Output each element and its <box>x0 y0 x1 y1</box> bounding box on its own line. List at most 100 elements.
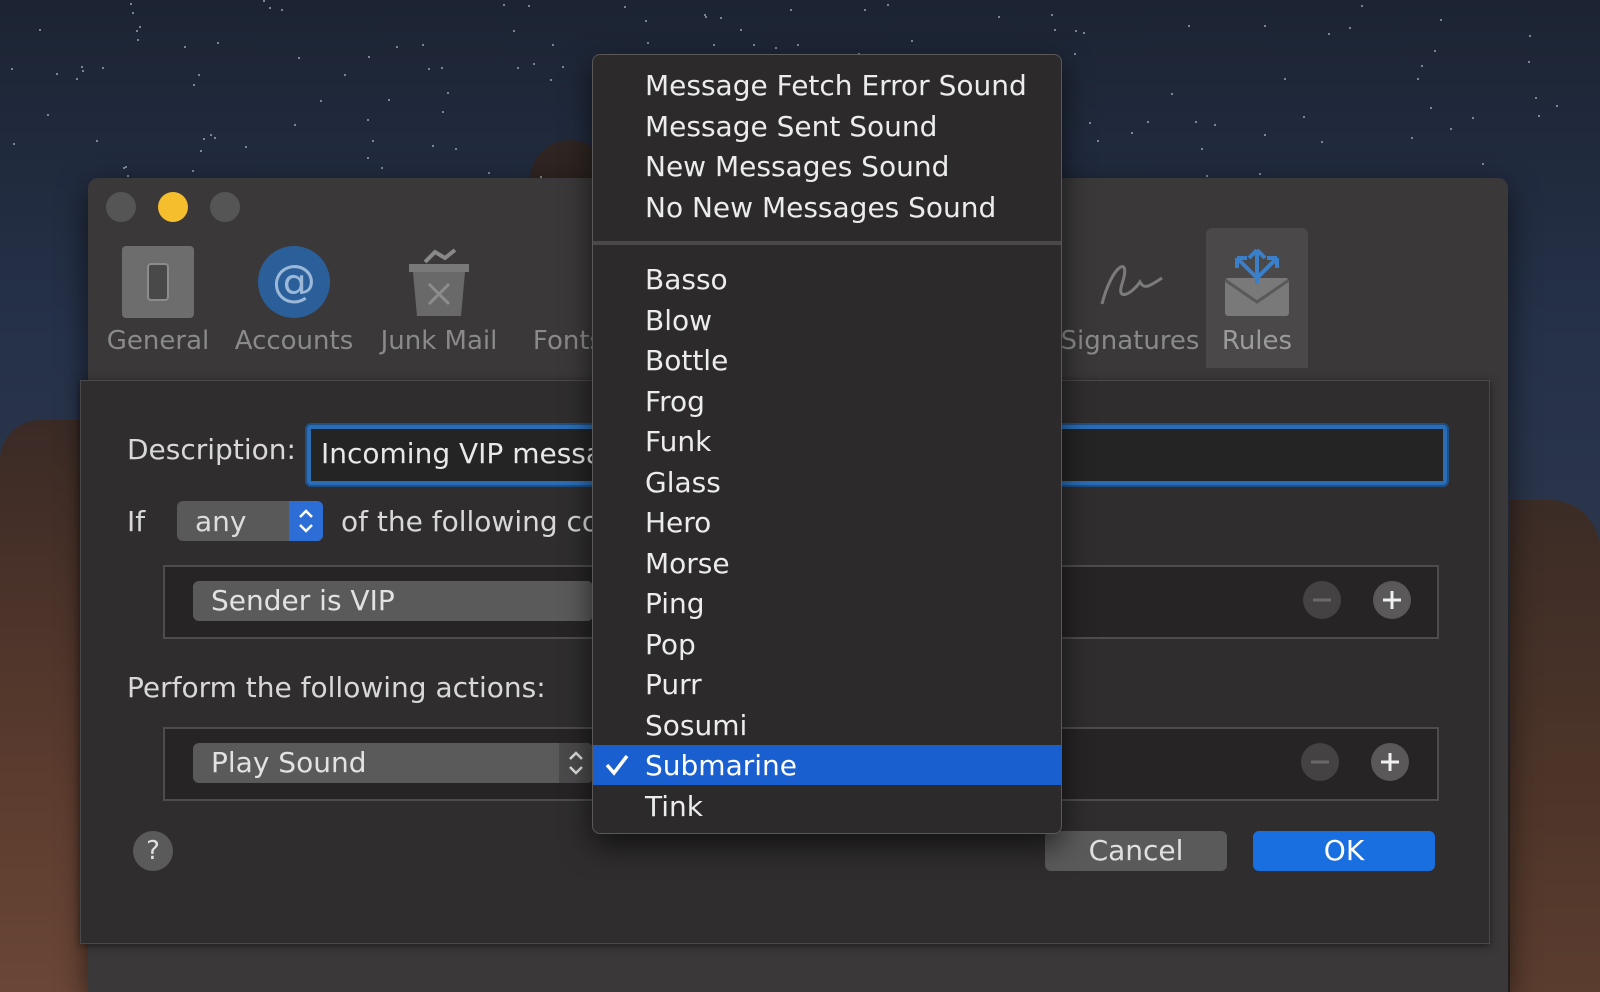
checkmark-icon <box>603 748 631 787</box>
menu-item[interactable]: Tink <box>593 786 1061 826</box>
menu-item[interactable]: Frog <box>593 381 1061 421</box>
tab-general[interactable]: General <box>104 228 212 368</box>
star <box>210 134 212 136</box>
star <box>396 46 398 48</box>
star <box>1051 14 1053 16</box>
add-condition-button[interactable] <box>1373 581 1411 619</box>
rules-envelope-icon <box>1224 248 1290 316</box>
menu-item[interactable]: Sosumi <box>593 705 1061 745</box>
star <box>367 157 369 159</box>
menu-item[interactable]: Morse <box>593 543 1061 583</box>
menu-item[interactable]: Submarine <box>593 745 1061 785</box>
star <box>422 44 424 46</box>
star <box>488 172 490 174</box>
help-button[interactable]: ? <box>133 831 173 871</box>
star <box>713 44 715 46</box>
star <box>388 99 390 101</box>
star <box>81 66 83 68</box>
menu-item-label: Ping <box>645 587 705 620</box>
star <box>294 124 296 126</box>
menu-item-label: Hero <box>645 506 712 539</box>
star <box>39 29 41 31</box>
star <box>203 138 205 140</box>
star <box>137 39 139 41</box>
menu-item[interactable]: Ping <box>593 583 1061 623</box>
cancel-button[interactable]: Cancel <box>1045 831 1227 871</box>
star <box>344 74 346 76</box>
star <box>1264 134 1266 136</box>
menu-item[interactable]: Message Sent Sound <box>593 106 1061 146</box>
menu-item-label: Morse <box>645 546 730 580</box>
star <box>132 12 134 14</box>
menu-item[interactable]: Pop <box>593 624 1061 664</box>
star <box>1214 124 1216 126</box>
menu-item[interactable]: New Messages Sound <box>593 146 1061 186</box>
star <box>263 0 265 2</box>
add-action-button[interactable] <box>1371 743 1409 781</box>
menu-item-label: Frog <box>645 384 705 418</box>
star <box>1188 25 1190 27</box>
star <box>562 66 564 68</box>
tab-rules[interactable]: Rules <box>1206 228 1308 368</box>
star <box>1440 19 1442 21</box>
star <box>1472 117 1474 119</box>
description-value: Incoming VIP messag <box>321 437 621 470</box>
star <box>192 170 194 172</box>
ok-button[interactable]: OK <box>1253 831 1435 871</box>
tab-rules-label: Rules <box>1221 326 1293 356</box>
star <box>550 79 552 81</box>
star <box>1147 121 1149 123</box>
menu-item[interactable]: Purr <box>593 664 1061 704</box>
plus-icon <box>1383 591 1401 609</box>
star <box>1321 141 1323 143</box>
star <box>1206 175 1208 177</box>
match-any-popup[interactable]: any <box>177 501 323 541</box>
menu-item[interactable]: Bottle <box>593 340 1061 380</box>
star <box>130 3 132 5</box>
menu-item[interactable]: Message Fetch Error Sound <box>593 65 1061 105</box>
menu-item[interactable]: Hero <box>593 502 1061 542</box>
tab-accounts[interactable]: @ Accounts <box>228 228 360 368</box>
actions-label: Perform the following actions: <box>127 671 546 704</box>
star <box>1303 116 1305 118</box>
remove-action-button[interactable] <box>1301 743 1339 781</box>
close-window-button[interactable] <box>106 192 136 222</box>
star <box>911 40 913 42</box>
star <box>517 67 519 69</box>
menu-item[interactable]: Basso <box>593 259 1061 299</box>
star <box>1131 132 1133 134</box>
star <box>193 84 195 86</box>
trash-can-icon <box>409 248 469 316</box>
star <box>125 166 127 168</box>
star <box>1171 93 1173 95</box>
menu-item[interactable]: Blow <box>593 300 1061 340</box>
remove-condition-button[interactable] <box>1303 581 1341 619</box>
star <box>797 44 799 46</box>
minimize-window-button[interactable] <box>158 192 188 222</box>
star <box>740 29 742 31</box>
star <box>442 111 444 113</box>
star <box>381 167 383 169</box>
zoom-window-button[interactable] <box>210 192 240 222</box>
menu-item[interactable]: No New Messages Sound <box>593 187 1061 227</box>
star <box>1097 140 1099 142</box>
desktop-rock-right <box>1510 500 1600 992</box>
condition-value: Sender is VIP <box>211 584 395 617</box>
star <box>127 175 129 177</box>
star <box>269 7 271 9</box>
star <box>56 73 58 75</box>
star <box>1075 30 1077 32</box>
star <box>1411 137 1413 139</box>
star <box>775 47 777 49</box>
condition-popup[interactable]: Sender is VIP <box>193 581 593 621</box>
tab-junk-mail[interactable]: Junk Mail <box>372 228 506 368</box>
description-label: Description: <box>127 433 296 466</box>
star <box>1556 105 1558 107</box>
star <box>139 26 141 28</box>
star <box>1259 173 1261 175</box>
menu-item[interactable]: Funk <box>593 421 1061 461</box>
menu-item[interactable]: Glass <box>593 462 1061 502</box>
star <box>1328 33 1330 35</box>
action-popup[interactable]: Play Sound <box>193 743 593 783</box>
tab-signatures[interactable]: Signatures <box>1050 228 1210 368</box>
